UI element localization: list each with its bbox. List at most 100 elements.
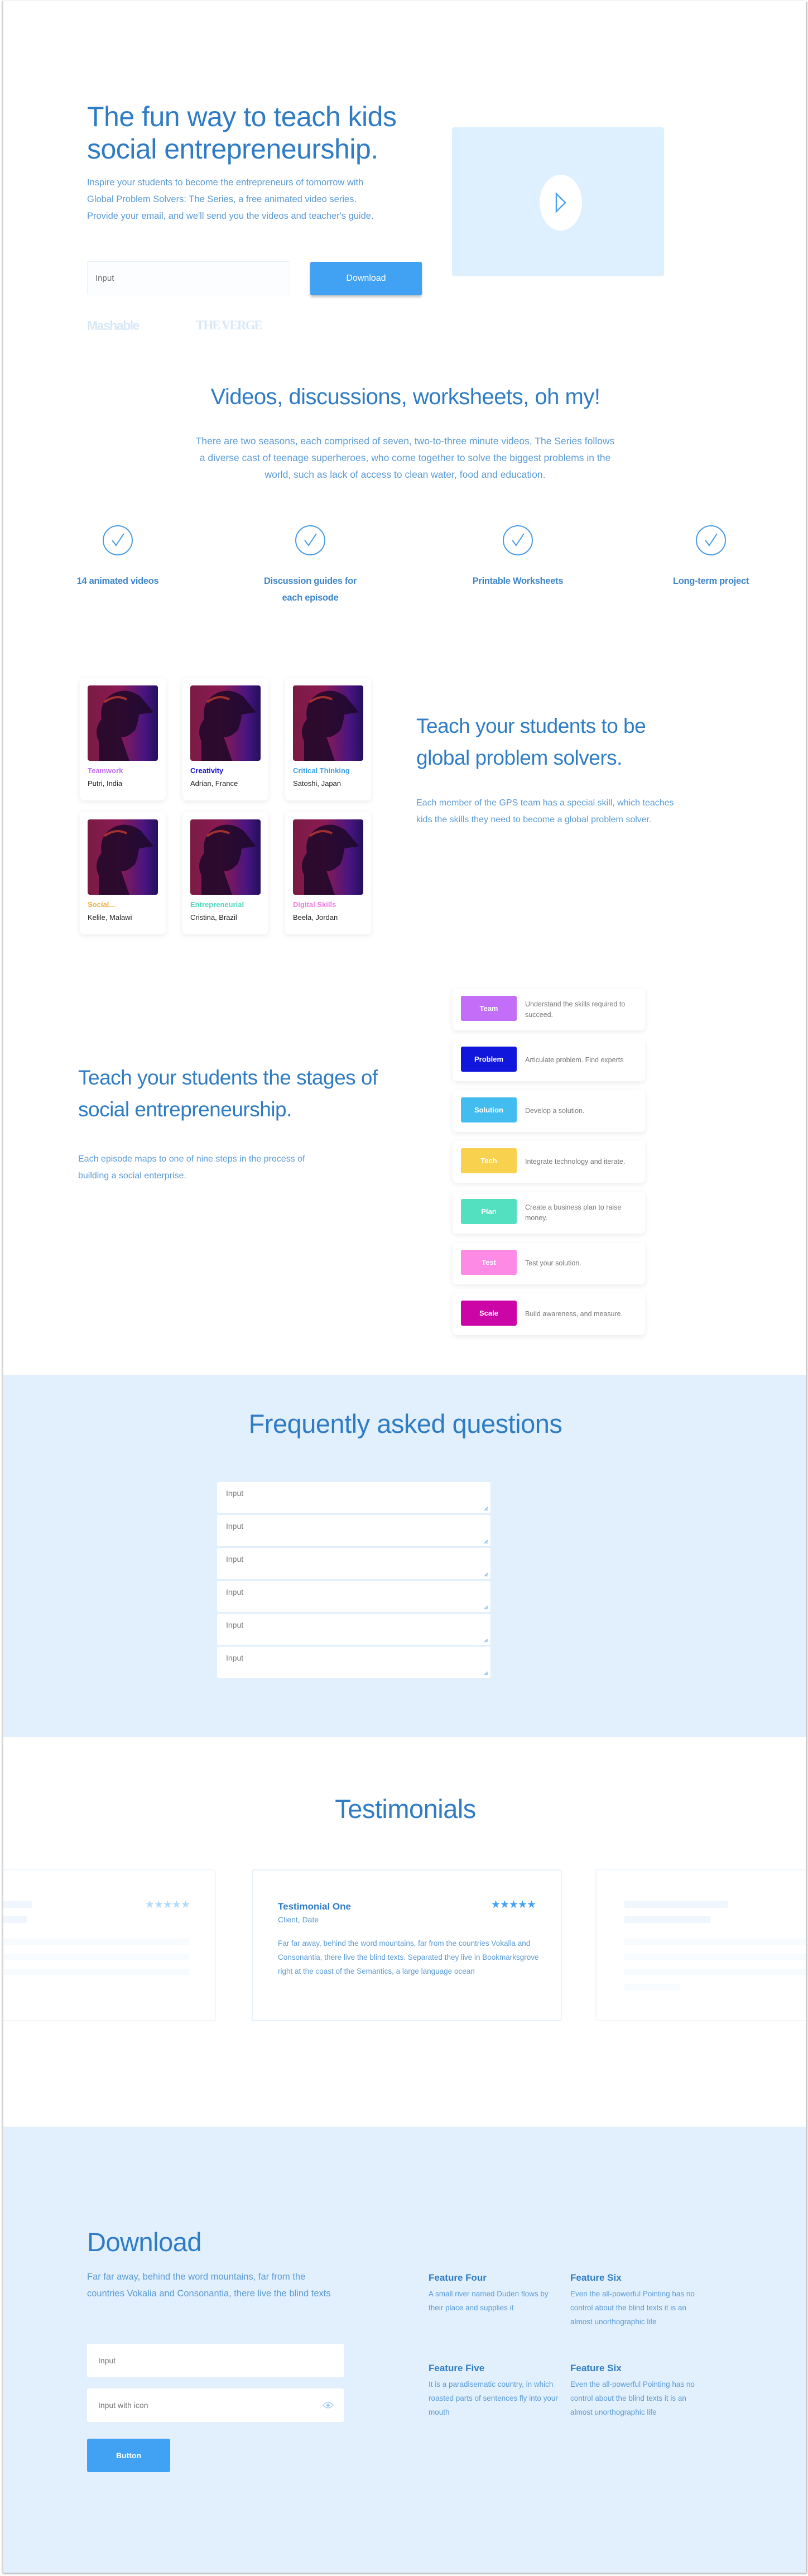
faq-item bbox=[217, 1548, 490, 1579]
stage-card[interactable]: Tech Integrate technology and iterate. bbox=[453, 1141, 645, 1183]
download-input-with-icon[interactable] bbox=[87, 2388, 344, 2422]
stage-tag: Team bbox=[461, 996, 517, 1021]
faq-item bbox=[217, 1515, 490, 1546]
hero-paragraph: Inspire your students to become the entr… bbox=[87, 178, 374, 221]
video-player[interactable] bbox=[452, 127, 664, 276]
resize-handle-icon[interactable] bbox=[484, 1671, 488, 1676]
hero-title: The fun way to teach kids social entrepr… bbox=[87, 101, 397, 165]
character-skill: Critical Thinking bbox=[293, 766, 350, 775]
character-card[interactable]: Entrepreneurial Cristina, Brazil bbox=[182, 812, 268, 934]
overview-title: Videos, discussions, worksheets, oh my! bbox=[210, 385, 600, 409]
character-image bbox=[88, 685, 158, 761]
character-card[interactable]: Social... Kelile, Malawi bbox=[80, 812, 166, 934]
email-input[interactable] bbox=[87, 261, 290, 295]
resize-handle-icon[interactable] bbox=[484, 1539, 488, 1544]
stage-description: Create a business plan to raise money. bbox=[525, 1203, 622, 1222]
character-card[interactable]: Creativity Adrian, France bbox=[182, 678, 268, 800]
character-card[interactable]: Teamwork Putri, India bbox=[80, 678, 166, 800]
placeholder-line bbox=[3, 1969, 189, 1975]
page: The fun way to teach kids social entrepr… bbox=[2, 1, 806, 2573]
feature-block: Feature Six Even the all-powerful Pointi… bbox=[570, 2362, 704, 2419]
stage-tag: Test bbox=[461, 1250, 517, 1275]
feature-item: 14 animated videos bbox=[62, 525, 174, 589]
placeholder-line bbox=[3, 1916, 27, 1923]
placeholder-line bbox=[624, 1916, 710, 1923]
check-circle-icon bbox=[103, 525, 133, 555]
character-image bbox=[190, 819, 261, 895]
faq-textarea[interactable] bbox=[217, 1482, 490, 1513]
placeholder-line bbox=[3, 1954, 189, 1960]
testimonial-meta: Client, Date bbox=[278, 1915, 319, 1924]
stage-card[interactable]: Solution Develop a solution. bbox=[453, 1090, 645, 1132]
mashable-logo: Mashable bbox=[87, 318, 140, 333]
testimonial-card-next[interactable] bbox=[595, 1869, 806, 2021]
testimonial-card[interactable]: Testimonial One Client, Date ★★★★★ Far f… bbox=[252, 1869, 562, 2021]
check-circle-icon bbox=[503, 525, 533, 555]
character-name: Adrian, France bbox=[190, 779, 238, 788]
character-silhouette bbox=[97, 824, 153, 895]
testimonial-body: Far far away, behind the word mountains,… bbox=[278, 1939, 539, 1975]
character-name: Putri, India bbox=[88, 779, 123, 788]
feature-description: A small river named Duden flows by their… bbox=[429, 2290, 549, 2312]
resize-handle-icon[interactable] bbox=[484, 1605, 488, 1610]
character-card[interactable]: Digital Skills Beela, Jordan bbox=[285, 812, 371, 934]
feature-description: Even the all-powerful Pointing has no co… bbox=[570, 2380, 695, 2416]
resize-handle-icon[interactable] bbox=[484, 1572, 488, 1577]
feature-title: Feature Six bbox=[570, 2272, 622, 2283]
faq-item bbox=[217, 1581, 490, 1612]
the-verge-logo: THE VERGE bbox=[196, 318, 263, 332]
faq-textarea[interactable] bbox=[217, 1647, 490, 1678]
character-name: Cristina, Brazil bbox=[190, 913, 237, 922]
characters-title: Teach your students to be global problem… bbox=[416, 714, 646, 769]
testimonial-card-previous[interactable]: ★★★★★ bbox=[3, 1869, 216, 2021]
feature-item: Discussion guides for each episode bbox=[254, 525, 366, 606]
stage-tag: Problem bbox=[461, 1047, 517, 1072]
stages-paragraph: Each episode maps to one of nine steps i… bbox=[78, 1154, 305, 1181]
character-silhouette bbox=[199, 690, 256, 761]
feature-description: It is a paradisematic country, in which … bbox=[429, 2380, 558, 2416]
character-silhouette bbox=[199, 824, 256, 895]
stage-card[interactable]: Scale Build awareness, and measure. bbox=[453, 1293, 645, 1335]
placeholder-line bbox=[3, 1901, 32, 1908]
feature-label: Long-term project bbox=[672, 576, 749, 586]
feature-title: Feature Five bbox=[429, 2363, 485, 2373]
character-image bbox=[190, 685, 261, 761]
feature-block: Feature Six Even the all-powerful Pointi… bbox=[570, 2271, 704, 2329]
feature-label: Discussion guides for each episode bbox=[263, 576, 357, 603]
resize-handle-icon[interactable] bbox=[484, 1507, 488, 1511]
faq-textarea[interactable] bbox=[217, 1581, 490, 1612]
faq-item bbox=[217, 1614, 490, 1645]
stage-description: Integrate technology and iterate. bbox=[525, 1158, 626, 1165]
stage-card[interactable]: Problem Articulate problem. Find experts bbox=[453, 1039, 645, 1081]
feature-item: Printable Worksheets bbox=[462, 525, 574, 589]
faq-textarea[interactable] bbox=[217, 1515, 490, 1546]
character-silhouette bbox=[302, 824, 359, 895]
download-input-with-icon-wrapper bbox=[87, 2388, 344, 2422]
character-name: Beela, Jordan bbox=[293, 913, 338, 922]
stage-tag: Solution bbox=[461, 1097, 517, 1122]
stage-description: Understand the skills required to succee… bbox=[525, 1000, 626, 1019]
faq-item bbox=[217, 1647, 490, 1678]
placeholder-line bbox=[624, 1954, 806, 1960]
download-button[interactable]: Download bbox=[310, 262, 422, 295]
resize-handle-icon[interactable] bbox=[484, 1638, 488, 1643]
character-skill: Entrepreneurial bbox=[190, 900, 244, 909]
download-input[interactable] bbox=[87, 2344, 344, 2377]
play-button[interactable] bbox=[540, 175, 582, 231]
faq-textarea[interactable] bbox=[217, 1614, 490, 1645]
character-card[interactable]: Critical Thinking Satoshi, Japan bbox=[285, 678, 371, 800]
stage-card[interactable]: Plan Create a business plan to raise mone… bbox=[453, 1192, 645, 1234]
character-silhouette bbox=[97, 690, 153, 761]
feature-title: Feature Six bbox=[570, 2363, 622, 2373]
download-paragraph: Far far away, behind the word mountains,… bbox=[87, 2272, 331, 2299]
submit-button[interactable]: Button bbox=[87, 2439, 170, 2472]
eye-icon[interactable] bbox=[323, 2401, 334, 2409]
feature-block: Feature Five It is a paradisematic count… bbox=[429, 2362, 562, 2419]
character-skill: Social... bbox=[88, 900, 116, 909]
placeholder-line bbox=[624, 1901, 728, 1908]
stage-tag: Tech bbox=[461, 1148, 517, 1173]
stage-tag: Plan bbox=[461, 1199, 517, 1224]
stage-card[interactable]: Test Test your solution. bbox=[453, 1243, 645, 1284]
stage-card[interactable]: Team Understand the skills required to su… bbox=[453, 989, 645, 1030]
faq-textarea[interactable] bbox=[217, 1548, 490, 1579]
